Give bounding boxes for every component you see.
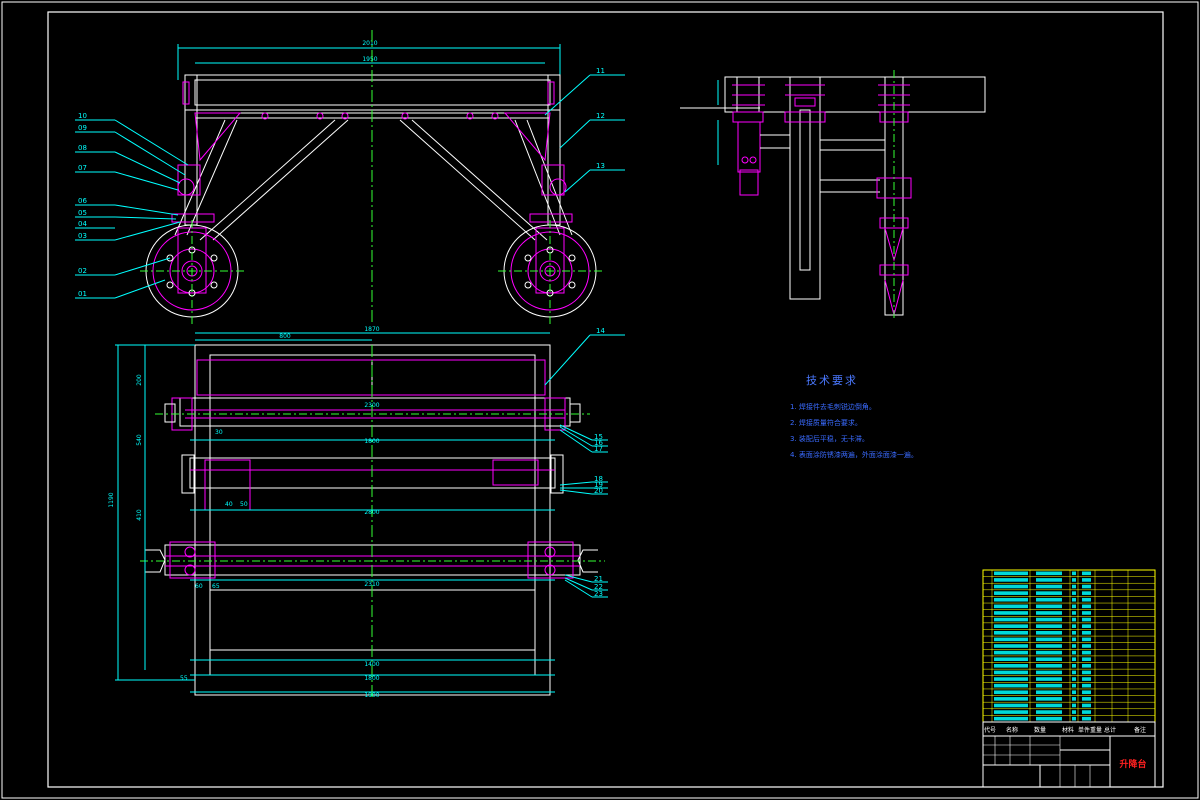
bom-row — [983, 682, 1155, 688]
label-part-09: 09 — [78, 124, 87, 132]
bom-row — [983, 708, 1155, 714]
dim-sm4: 50 — [240, 501, 248, 508]
dim-sm2: 30 — [215, 429, 223, 436]
dim-plan-mid2: 1800 — [364, 438, 379, 445]
dim-plan-sm5: 2310 — [364, 581, 379, 588]
tech-line-1: 1. 焊接件去毛刺锐边倒角。 — [790, 403, 876, 411]
label-part-23: 23 — [594, 590, 603, 598]
bom-row — [983, 642, 1155, 648]
bom-header-1: 名称 — [1006, 726, 1018, 734]
bom-header-0: 代号 — [984, 726, 996, 734]
dim-plan-sm1: 800 — [279, 333, 291, 340]
dim-left-c: 410 — [136, 509, 143, 521]
bom-row — [983, 655, 1155, 662]
dim-sm6: 55 — [180, 675, 188, 682]
bom-table — [982, 569, 1156, 723]
label-part-10: 10 — [78, 112, 87, 120]
label-part-13: 13 — [596, 162, 605, 170]
label-part-06: 06 — [78, 197, 87, 205]
plan-view: 1870 800 1190 200 540 410 2300 1800 2800… — [108, 326, 625, 700]
bom-row — [983, 688, 1155, 695]
label-part-11: 11 — [596, 67, 605, 75]
bom-header-6: 备注 — [1134, 726, 1146, 734]
bom-row — [983, 675, 1155, 681]
bom-row — [983, 622, 1155, 628]
label-part-03: 03 — [78, 232, 87, 240]
dim-sm3: 40 — [225, 501, 233, 508]
tech-requirements: 技术要求 1. 焊接件去毛刺锐边倒角。 2. 焊接质量符合要求。 3. 装配后平… — [790, 372, 918, 466]
dim-plan-bottom3: 1900 — [364, 692, 379, 699]
tech-line-4: 4. 表面涂防锈漆两遍，外面涂面漆一遍。 — [790, 451, 918, 459]
bom-row — [983, 668, 1155, 675]
dim-left-b: 540 — [136, 434, 143, 446]
bom-header-4: 单件重量 — [1078, 726, 1102, 734]
drawing-title: 升降台 — [1119, 758, 1146, 770]
bom-row — [983, 629, 1155, 635]
label-part-02: 02 — [78, 267, 87, 275]
label-part-04: 04 — [78, 220, 87, 228]
bom-header-2: 数量 — [1034, 726, 1046, 734]
dim-plan-bottom2: 1800 — [364, 675, 379, 682]
label-part-05: 05 — [78, 209, 87, 217]
dim-sm8: 65 — [212, 583, 220, 590]
dim-left-total: 1190 — [108, 492, 115, 507]
bom-row — [983, 649, 1155, 655]
bom-row — [983, 582, 1155, 589]
tech-title: 技术要求 — [806, 374, 858, 387]
bom-row — [983, 662, 1155, 668]
dim-plan-bottom1: 1400 — [364, 661, 379, 668]
bom-header-5: 总计 — [1104, 726, 1116, 734]
label-part-07: 07 — [78, 164, 87, 172]
tech-line-2: 2. 焊接质量符合要求。 — [790, 419, 862, 427]
label-part-17: 17 — [594, 445, 603, 453]
dim-front-overall: 2010 — [362, 40, 377, 47]
title-block: 代号 名称 数量 材料 单件重量 总计 备注 升降台 — [982, 721, 1156, 788]
dim-plan-top: 1870 — [364, 326, 379, 333]
bom-row — [983, 596, 1155, 602]
cad-drawing-canvas: 2010 1950 10 09 08 07 06 05 04 03 02 01 … — [1, 1, 1199, 799]
bom-row — [983, 695, 1155, 701]
front-view: 2010 1950 10 09 08 07 06 05 04 03 02 01 … — [75, 30, 625, 325]
label-part-21: 21 — [594, 575, 603, 583]
tech-line-3: 3. 装配后平稳，无卡滞。 — [790, 435, 869, 443]
bom-row — [983, 589, 1155, 595]
bom-row — [983, 569, 1155, 576]
dim-sm7: 60 — [195, 583, 203, 590]
label-part-01: 01 — [78, 290, 87, 298]
bom-row — [983, 609, 1155, 615]
label-part-08: 08 — [78, 144, 87, 152]
label-part-20: 20 — [594, 487, 603, 495]
label-part-14: 14 — [596, 327, 605, 335]
dim-front-inner: 1950 — [362, 56, 377, 63]
bom-header-3: 材料 — [1062, 726, 1074, 734]
bom-row — [983, 576, 1155, 582]
dim-left-a: 200 — [136, 374, 143, 386]
bom-row — [983, 602, 1155, 609]
bom-row — [983, 701, 1155, 708]
dim-plan-mid1: 2300 — [364, 402, 379, 409]
bom-row — [983, 715, 1155, 721]
bom-row — [983, 616, 1155, 622]
side-view — [680, 70, 986, 318]
label-part-12: 12 — [596, 112, 605, 120]
bom-row — [983, 635, 1155, 642]
